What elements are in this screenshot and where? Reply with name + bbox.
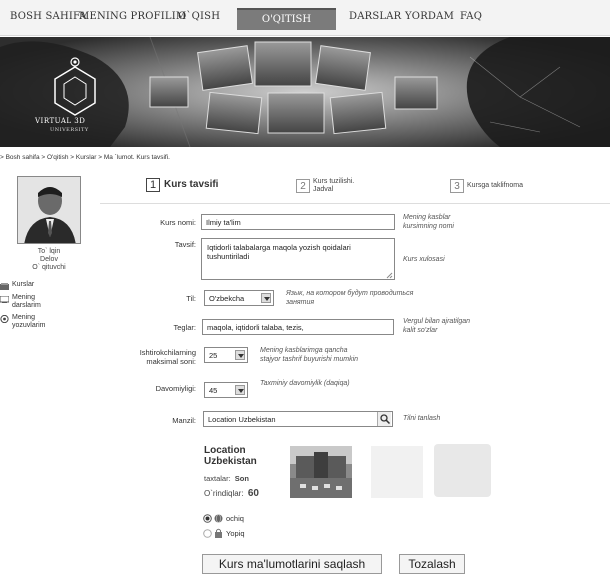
course-name-hint: Mening kasblar kursimning nomi bbox=[403, 214, 454, 230]
chevron-down-icon bbox=[235, 350, 245, 360]
description-textarea[interactable]: Iqtidorli talabalarga maqola yozish qoid… bbox=[201, 238, 395, 280]
step-2[interactable]: 2 Kurs tuzilishi. Jadval bbox=[296, 176, 386, 196]
nav-yordam[interactable]: YORDAM bbox=[405, 11, 454, 22]
nav-bosh-sahifa[interactable]: BOSH SAHIFA bbox=[10, 11, 87, 22]
eye-icon bbox=[0, 314, 9, 324]
banner-artwork bbox=[0, 37, 610, 147]
header-banner: VIRTUAL 3D UNIVERSITY bbox=[0, 37, 610, 147]
visibility-open-option[interactable]: ochiq bbox=[203, 514, 263, 524]
resize-handle-icon[interactable] bbox=[386, 272, 393, 279]
monitor-icon bbox=[0, 295, 10, 304]
clear-button[interactable]: Tozalash bbox=[399, 554, 465, 574]
seats-label: O`rindiqlar: bbox=[204, 489, 244, 498]
location-thumbnail-image bbox=[290, 446, 352, 498]
thumbnail-placeholder bbox=[434, 444, 491, 497]
logo-title: VIRTUAL 3D bbox=[35, 117, 86, 125]
step-1-number: 1 bbox=[146, 178, 160, 192]
step-3-number: 3 bbox=[450, 179, 464, 193]
duration-select[interactable]: 45 bbox=[204, 382, 248, 398]
user-photo bbox=[18, 177, 80, 243]
duration-value: 45 bbox=[209, 386, 218, 395]
search-icon bbox=[380, 414, 391, 425]
max-participants-hint: Mening kasblarimga qancha stajyor tashri… bbox=[260, 347, 359, 363]
nav-darslar[interactable]: DARSLAR bbox=[349, 11, 401, 22]
logo-subtitle: UNIVERSITY bbox=[50, 127, 89, 133]
location-label: Manzil: bbox=[172, 416, 196, 425]
nav-oqitish-active[interactable]: O'QITISH bbox=[237, 8, 336, 30]
radio-unselected-icon[interactable] bbox=[203, 529, 212, 538]
top-nav: BOSH SAHIFA MENING PROFILIM O`QISH O'QIT… bbox=[0, 0, 610, 36]
location-card-seats: O`rindiqlar: 60 bbox=[204, 488, 259, 499]
tags-hint: Vergul bilan ajratilgan kalit so'zlar bbox=[403, 318, 471, 334]
seats-value: 60 bbox=[247, 488, 259, 499]
save-course-button[interactable]: Kurs ma'lumotlarini saqlash bbox=[202, 554, 382, 574]
description-hint: Kurs xulosasi bbox=[403, 256, 445, 263]
lock-icon bbox=[215, 528, 222, 538]
course-name-label: Kurs nomi: bbox=[160, 218, 196, 227]
tables-label: taxtalar: bbox=[204, 474, 231, 483]
step-2-number: 2 bbox=[296, 179, 310, 193]
description-label: Tavsif: bbox=[174, 240, 196, 249]
sidebar-item-mening-darslarim[interactable]: Mening darslarim bbox=[0, 294, 90, 312]
tags-label: Teglar: bbox=[173, 323, 196, 332]
chevron-down-icon bbox=[261, 293, 271, 303]
duration-hint: Taxminiy davomiylik (daqiqa) bbox=[260, 380, 350, 387]
step-2-label: Kurs tuzilishi. Jadval bbox=[313, 178, 355, 193]
steps-divider bbox=[100, 203, 610, 204]
location-card-tables: taxtalar: Son bbox=[204, 474, 249, 483]
location-card-title: Location Uzbekistan bbox=[204, 445, 257, 467]
step-3-label: Kursga taklifnoma bbox=[467, 182, 524, 189]
search-button[interactable] bbox=[377, 412, 391, 426]
max-participants-select[interactable]: 25 bbox=[204, 347, 248, 363]
sidebar-item-label: Mening darslarim bbox=[12, 294, 41, 309]
sidebar-item-kurslar[interactable]: Kurslar bbox=[0, 281, 90, 291]
nav-mening-profilim[interactable]: MENING PROFILIM bbox=[79, 11, 186, 22]
duration-label: Davomiyligi: bbox=[155, 384, 196, 393]
visibility-closed-option[interactable]: Yopiq bbox=[203, 528, 263, 539]
sidebar-item-label: Kurslar bbox=[12, 281, 35, 288]
thumbnail-placeholder bbox=[371, 446, 423, 498]
books-icon bbox=[0, 282, 9, 290]
step-3[interactable]: 3 Kursga taklifnoma bbox=[450, 176, 570, 194]
max-participants-value: 25 bbox=[209, 351, 218, 360]
globe-icon bbox=[214, 514, 223, 523]
tables-value: Son bbox=[234, 474, 249, 483]
breadcrumb[interactable]: > Bosh sahifa > O'qitish > Kurslar > Ma … bbox=[0, 154, 170, 161]
chevron-down-icon bbox=[235, 385, 245, 395]
step-1-label: Kurs tavsifi bbox=[164, 179, 219, 190]
max-participants-label: Ishtirokchilarning maksimal soni: bbox=[139, 348, 196, 366]
language-label: Til: bbox=[186, 294, 196, 303]
user-last-name: Delov bbox=[40, 256, 58, 263]
user-first-name: To` lqin bbox=[37, 248, 61, 255]
tags-input[interactable]: maqola, iqtidorli talaba, tezis, bbox=[202, 319, 394, 335]
location-thumbnail[interactable] bbox=[290, 446, 352, 498]
location-input[interactable]: Location Uzbekistan bbox=[203, 411, 393, 427]
nav-faq[interactable]: FAQ bbox=[460, 11, 482, 22]
nav-oqish[interactable]: O`QISH bbox=[178, 11, 220, 22]
language-select[interactable]: O'zbekcha bbox=[204, 290, 274, 306]
sidebar-item-mening-yozuvlarim[interactable]: Mening yozuvlarim bbox=[0, 314, 90, 332]
language-hint: Язык, на котором будут проводиться занят… bbox=[286, 290, 414, 306]
avatar bbox=[17, 176, 81, 244]
sidebar-item-label: Mening yozuvlarim bbox=[12, 314, 46, 329]
visibility-closed-label: Yopiq bbox=[226, 529, 245, 538]
radio-selected-icon[interactable] bbox=[203, 514, 212, 523]
location-hint: Tilni tanlash bbox=[403, 415, 441, 422]
visibility-open-label: ochiq bbox=[226, 514, 244, 523]
language-select-value: O'zbekcha bbox=[209, 294, 245, 303]
step-1[interactable]: 1 Kurs tavsifi bbox=[146, 176, 266, 194]
user-role: O` qituvchi bbox=[32, 264, 66, 271]
course-name-input[interactable]: Ilmiy ta'lim bbox=[201, 214, 395, 230]
